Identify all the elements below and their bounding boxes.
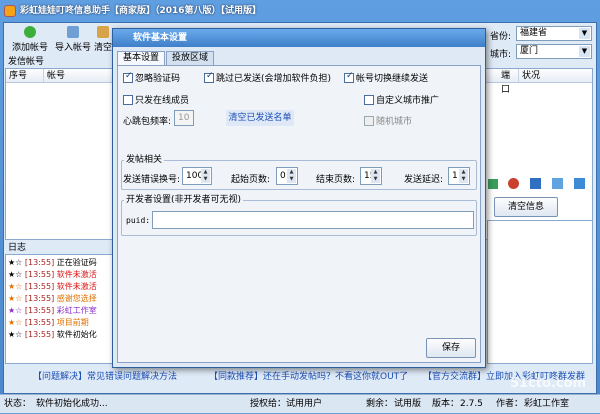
recommend-link[interactable]: 【同款推荐】还在手动发帖吗？不看这你就OUT了 (209, 370, 408, 384)
import-account-button[interactable]: 导入帐号 (52, 26, 94, 54)
custom-city-checkbox[interactable]: 自定义城市推广 (364, 93, 439, 106)
log-line: ★☆ [13:55] 彩虹工作室 (8, 306, 97, 315)
log-title: 日志 (8, 243, 27, 253)
log-line: ★☆ [13:55] 项目前期 (8, 318, 89, 327)
accounts-title: 发信帐号 (8, 57, 45, 67)
dialog-title: 软件基本设置 (113, 29, 485, 47)
accounts-right-header: 端口 状况 (487, 69, 592, 95)
log-line: ★☆ [13:55] 正在验证码 (8, 258, 97, 267)
delay-label: 发送延迟: (404, 175, 444, 185)
city-label: 城市: (490, 50, 512, 60)
save-button[interactable]: 保存 (426, 338, 476, 358)
picture-icon[interactable] (552, 178, 563, 189)
links-bar: 【问题解决】常见错误问题解决方法 【同款推荐】还在手动发帖吗？不看这你就OUT了… (3, 370, 597, 384)
tab-basic-settings[interactable]: 基本设置 (117, 51, 166, 66)
column-header[interactable]: 状况 (519, 69, 559, 82)
province-label: 省份: (490, 32, 512, 42)
image-icon[interactable] (574, 178, 585, 189)
developer-settings-title: 开发者设置(非开发者可无视) (124, 195, 244, 205)
checkbox-box[interactable] (204, 71, 214, 83)
switch-account-checkbox[interactable]: 帐号切换继续发送 (344, 71, 428, 84)
column-header[interactable]: 端口 (487, 69, 519, 95)
column-header[interactable]: 序号 (6, 69, 44, 82)
spinner-icon[interactable]: ▲ ▼ (287, 169, 296, 183)
spinner-icon[interactable]: ▲ ▼ (459, 169, 468, 183)
add-account-button[interactable]: 添加帐号 (8, 26, 52, 54)
start-page-input[interactable]: 0 ▲ ▼ (276, 167, 298, 185)
log-line: ★☆ [13:55] 感谢您选择 (8, 294, 97, 303)
status-bar: 状态： 软件初始化成功... 授权给： 试用用户 剩余： 试用版 版本： 2.7… (0, 394, 600, 413)
add-icon (24, 26, 36, 38)
ignore-captcha-checkbox[interactable]: 忽略验证码 (123, 71, 180, 84)
tools-icon[interactable] (530, 178, 541, 189)
start-page-label: 起始页数: (231, 175, 271, 185)
import-icon (67, 26, 79, 38)
log-line: ★☆ [13:55] 软件未激活 (8, 282, 97, 291)
version-value: 2.7.5 (460, 399, 483, 409)
puid-input[interactable] (152, 211, 474, 229)
end-page-input[interactable]: 15 ▲ ▼ (360, 167, 382, 185)
online-only-checkbox[interactable]: 只发在线成员 (123, 93, 189, 106)
random-city-checkbox[interactable]: 随机城市 (364, 114, 412, 127)
checkbox-box[interactable] (344, 71, 354, 83)
checkbox-box[interactable] (123, 71, 133, 83)
green-icon[interactable] (488, 179, 498, 189)
auth-value: 试用用户 (286, 399, 323, 409)
checkbox-box[interactable] (364, 95, 374, 105)
issue-link[interactable]: 【问题解决】常见错误问题解决方法 (33, 370, 177, 384)
clear-sent-list-link[interactable]: 清空已发送名单 (226, 110, 294, 126)
right-icon-toolbar (486, 176, 594, 194)
city-select[interactable]: 厦门 ▼ (516, 44, 592, 59)
info-text-area[interactable] (487, 220, 593, 364)
end-page-label: 结束页数: (316, 175, 356, 185)
chevron-down-icon: ▼ (579, 28, 590, 39)
log-line: ★☆ [13:55] 软件未激活 (8, 270, 97, 279)
heartbeat-input[interactable]: 10 (174, 110, 194, 126)
skip-sent-checkbox[interactable]: 跳过已发送(会增加软件负担) (204, 71, 331, 84)
heartbeat-label: 心跳包频率: (123, 117, 172, 127)
remain-value: 试用版 (394, 399, 422, 409)
clear-info-button[interactable]: 清空信息 (494, 197, 558, 217)
spinner-icon[interactable]: ▲ ▼ (201, 169, 210, 183)
status-text: 软件初始化成功... (36, 399, 108, 409)
error-switch-input[interactable]: 100 ▲ ▼ (182, 167, 212, 185)
watermark: 51cto.com (510, 376, 587, 391)
log-line: ★☆ [13:55] 软件初始化 (8, 330, 97, 339)
chevron-down-icon: ▼ (579, 46, 590, 57)
post-settings-title: 发帖相关 (124, 155, 165, 165)
puid-label: puid: (126, 216, 151, 225)
dialog-tabs: 基本设置 投放区域 (117, 51, 215, 66)
checkbox-box[interactable] (123, 95, 133, 105)
error-switch-label: 发送错误换号: (123, 175, 181, 185)
spinner-icon[interactable]: ▲ ▼ (371, 169, 380, 183)
clear-icon (97, 26, 109, 38)
tab-delivery-area[interactable]: 投放区域 (166, 51, 215, 65)
settings-dialog: 软件基本设置 基本设置 投放区域 忽略验证码 跳过已发送(会增加软件负担) 帐号… (112, 28, 486, 368)
checkbox-box[interactable] (364, 116, 374, 126)
clear-button[interactable]: 清空 (94, 26, 112, 54)
column-header[interactable]: 帐号 (44, 69, 114, 82)
author-value: 彩虹工作室 (524, 399, 570, 409)
tab-page-basic: 忽略验证码 跳过已发送(会增加软件负担) 帐号切换继续发送 只发在线成员 自定义… (117, 65, 481, 363)
delay-input[interactable]: 1 ▲ ▼ (448, 167, 470, 185)
log-list[interactable]: ★☆ [13:55] 正在验证码 ★☆ [13:55] 软件未激活 ★☆ [13… (5, 254, 113, 364)
province-select[interactable]: 福建省 ▼ (516, 26, 592, 41)
hazard-icon[interactable] (508, 178, 519, 189)
window-title: 彩虹娃娃叮咚信息助手【商家版】（2016第八版）【试用版】 (20, 6, 262, 16)
